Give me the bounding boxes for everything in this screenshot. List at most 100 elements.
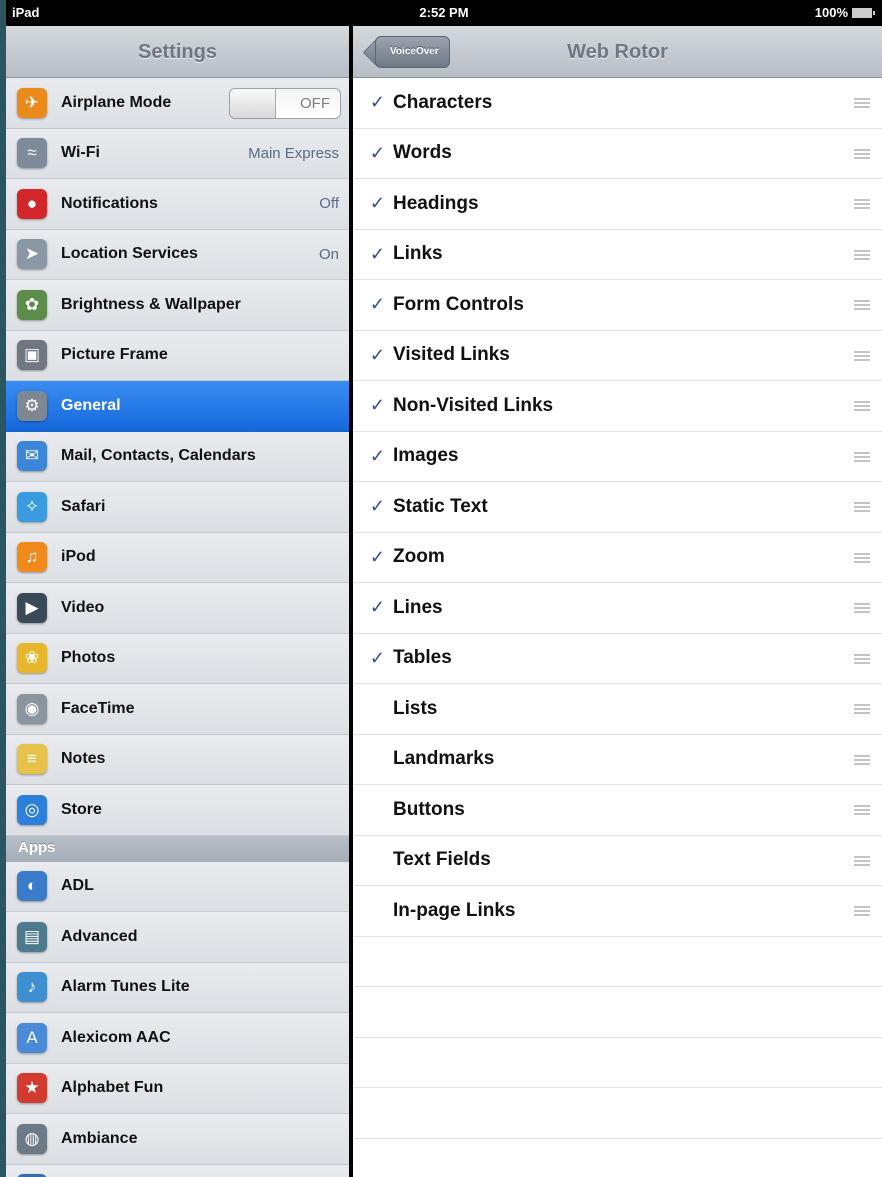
- store-icon: ◎: [17, 794, 47, 825]
- empty-row: [353, 1038, 882, 1088]
- settings-item-picture-frame[interactable]: ▣ Picture Frame: [6, 330, 349, 381]
- rotor-item-headings[interactable]: ✓ Headings: [353, 179, 882, 230]
- rotor-item-buttons[interactable]: Buttons: [353, 785, 882, 836]
- settings-item-advanced[interactable]: ▤ Advanced: [6, 912, 349, 963]
- settings-item-label: Mail, Contacts, Calendars: [61, 447, 256, 465]
- settings-item-facetime[interactable]: ◉ FaceTime: [6, 684, 349, 735]
- reorder-handle-icon[interactable]: [854, 249, 870, 261]
- rotor-item-label: Visited Links: [393, 344, 510, 366]
- empty-row: [353, 1088, 882, 1139]
- rotor-item-tables[interactable]: ✓ Tables: [353, 634, 882, 684]
- reorder-handle-icon[interactable]: [854, 451, 870, 463]
- settings-item-label: ADL: [61, 877, 94, 895]
- settings-item-ambiance[interactable]: ◍ Ambiance: [6, 1114, 349, 1165]
- settings-item-brightness-wallpaper[interactable]: ✿ Brightness & Wallpaper: [6, 280, 349, 331]
- rotor-item-visited-links[interactable]: ✓ Visited Links: [353, 331, 882, 381]
- reorder-handle-icon[interactable]: [854, 98, 870, 109]
- rotor-item-links[interactable]: ✓ Links: [353, 230, 882, 280]
- battery-indicator: 100%: [815, 5, 875, 20]
- settings-item-location-services[interactable]: ➤ Location Services On: [6, 229, 349, 280]
- settings-item-alphabet-fun[interactable]: ★ Alphabet Fun: [6, 1063, 349, 1114]
- settings-item-notifications[interactable]: ● Notifications Off: [6, 179, 349, 230]
- advanced-icon: ▤: [17, 921, 47, 952]
- rotor-item-images[interactable]: ✓ Images: [353, 432, 882, 482]
- rotor-item-landmarks[interactable]: Landmarks: [353, 735, 882, 785]
- settings-item-label: iPod: [61, 548, 96, 566]
- settings-item-app[interactable]: [6, 1164, 349, 1177]
- settings-item-adl[interactable]: ◐ ADL: [6, 861, 349, 912]
- empty-row: [353, 937, 882, 987]
- web-rotor-navbar: VoiceOver Web Rotor: [353, 26, 882, 78]
- web-rotor-pane: VoiceOver Web Rotor ✓ Characters ✓ Words ✓ He…: [353, 26, 882, 1177]
- rotor-item-label: Words: [393, 142, 452, 164]
- rotor-item-words[interactable]: ✓ Words: [353, 129, 882, 179]
- reorder-handle-icon[interactable]: [854, 199, 870, 210]
- settings-item-wi-fi[interactable]: ≈ Wi-Fi Main Express: [6, 128, 349, 179]
- rotor-item-text-fields[interactable]: Text Fields: [353, 836, 882, 886]
- rotor-item-lines[interactable]: ✓ Lines: [353, 583, 882, 634]
- settings-item-value: Main Express: [248, 144, 339, 162]
- settings-item-alarm-tunes-lite[interactable]: ♪ Alarm Tunes Lite: [6, 962, 349, 1013]
- rotor-item-label: Zoom: [393, 546, 445, 568]
- settings-item-notes[interactable]: ≡ Notes: [6, 734, 349, 785]
- rotor-item-label: Images: [393, 445, 459, 467]
- settings-item-label: Location Services: [61, 245, 198, 263]
- settings-item-label: Advanced: [61, 927, 138, 945]
- rotor-item-label: Form Controls: [393, 293, 524, 315]
- toggle-knob[interactable]: [230, 89, 276, 118]
- settings-item-label: Alarm Tunes Lite: [61, 978, 190, 996]
- settings-item-video[interactable]: ▶ Video: [6, 583, 349, 634]
- settings-item-label: Wi-Fi: [61, 144, 100, 162]
- reorder-handle-icon[interactable]: [854, 148, 870, 160]
- reorder-handle-icon[interactable]: [854, 653, 870, 665]
- rotor-item-zoom[interactable]: ✓ Zoom: [353, 533, 882, 583]
- reorder-handle-icon[interactable]: [854, 805, 870, 816]
- airplane-mode-toggle[interactable]: OFF: [229, 88, 341, 119]
- reorder-handle-icon[interactable]: [854, 906, 870, 917]
- settings-item-label: Photos: [61, 649, 116, 667]
- clock: 2:52 PM: [419, 5, 469, 20]
- reorder-handle-icon[interactable]: [854, 350, 870, 362]
- settings-item-store[interactable]: ◎ Store: [6, 785, 349, 836]
- rotor-item-label: Headings: [393, 192, 479, 214]
- checkmark-icon: ✓: [369, 445, 385, 466]
- alarm-tunes-icon: ♪: [17, 972, 47, 1003]
- rotor-item-characters[interactable]: ✓ Characters: [353, 78, 882, 129]
- alphabet-fun-icon: ★: [17, 1073, 47, 1104]
- wifi-icon: ≈: [17, 138, 47, 169]
- rotor-item-form-controls[interactable]: ✓ Form Controls: [353, 280, 882, 331]
- settings-item-mail-contacts-calendars[interactable]: ✉ Mail, Contacts, Calendars: [6, 431, 349, 482]
- settings-item-photos[interactable]: ❀ Photos: [6, 633, 349, 684]
- reorder-handle-icon[interactable]: [854, 300, 870, 311]
- settings-item-general[interactable]: ⚙ General: [6, 381, 349, 432]
- settings-item-label: Video: [61, 598, 105, 616]
- settings-item-alexicom-aac[interactable]: A Alexicom AAC: [6, 1013, 349, 1064]
- settings-item-ipod[interactable]: ♫ iPod: [6, 532, 349, 583]
- rotor-item-static-text[interactable]: ✓ Static Text: [353, 482, 882, 533]
- reorder-handle-icon[interactable]: [854, 401, 870, 412]
- alexicom-icon: A: [17, 1022, 47, 1053]
- empty-row: [353, 1139, 882, 1177]
- airplane-icon: ✈: [17, 87, 47, 118]
- checkmark-icon: ✓: [369, 92, 385, 113]
- rotor-item-in-page-links[interactable]: In-page Links: [353, 886, 882, 937]
- reorder-handle-icon[interactable]: [854, 603, 870, 614]
- rotor-item-label: Text Fields: [393, 849, 491, 871]
- rotor-item-label: Tables: [393, 647, 452, 669]
- facetime-icon: ◉: [17, 693, 47, 724]
- settings-item-label: Store: [61, 800, 102, 818]
- reorder-handle-icon[interactable]: [854, 754, 870, 766]
- voiceover-back-button[interactable]: VoiceOver: [375, 36, 450, 68]
- rotor-item-non-visited-links[interactable]: ✓ Non-Visited Links: [353, 381, 882, 432]
- settings-item-label: Notes: [61, 750, 106, 768]
- rotor-item-label: Non-Visited Links: [393, 394, 554, 416]
- settings-item-safari[interactable]: ✧ Safari: [6, 482, 349, 533]
- reorder-handle-icon[interactable]: [854, 704, 870, 715]
- settings-item-airplane-mode[interactable]: ✈ Airplane Mode OFF: [6, 78, 349, 129]
- rotor-item-lists[interactable]: Lists: [353, 684, 882, 735]
- reorder-handle-icon[interactable]: [854, 552, 870, 564]
- reorder-handle-icon[interactable]: [854, 855, 870, 867]
- checkmark-icon: ✓: [369, 647, 385, 668]
- web-rotor-list: ✓ Characters ✓ Words ✓ Headings ✓ Links ✓ Form Co…: [353, 78, 882, 1177]
- reorder-handle-icon[interactable]: [854, 502, 870, 513]
